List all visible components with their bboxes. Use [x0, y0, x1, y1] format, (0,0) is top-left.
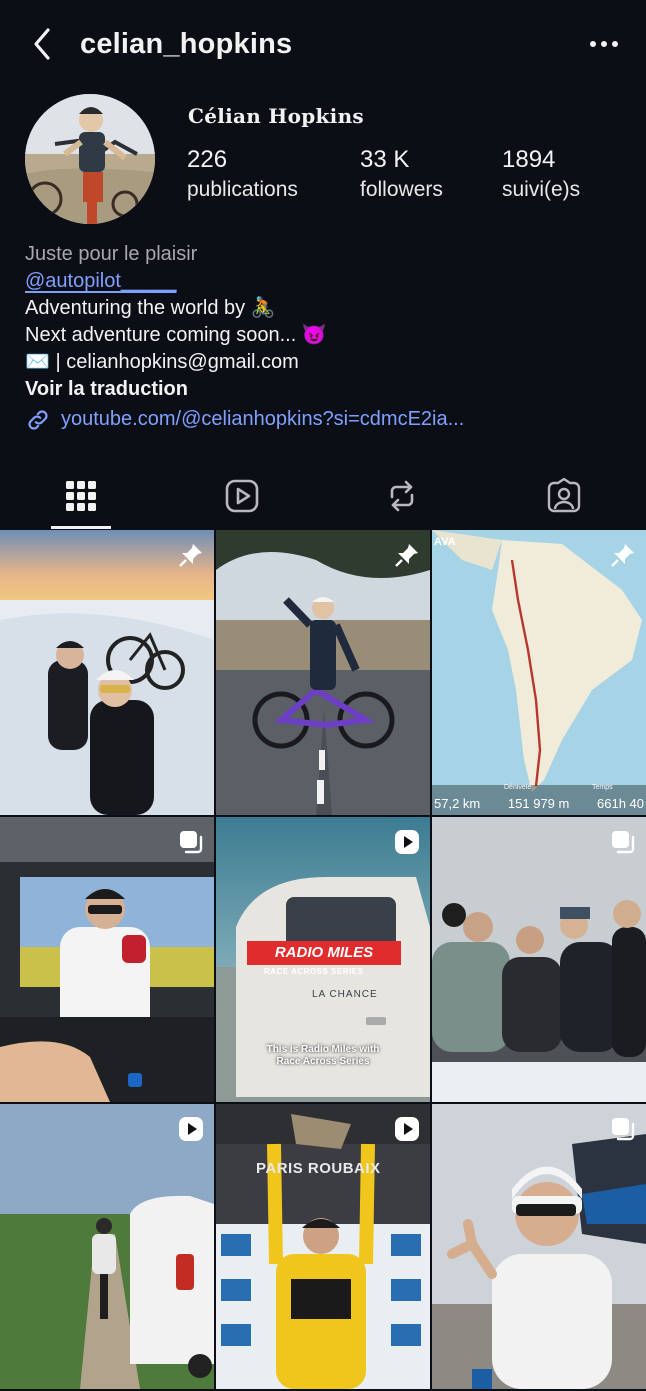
- bio-line-1: Adventuring the world by 🚴: [25, 297, 276, 319]
- bio-mention-link[interactable]: @autopilot_____: [25, 270, 177, 292]
- stat-publications[interactable]: 226 publications: [187, 146, 298, 202]
- profile-username: celian_hopkins: [80, 28, 293, 60]
- post-thumbnail[interactable]: [0, 1104, 214, 1389]
- profile-tabs: [0, 460, 646, 530]
- stat-followers-label: followers: [360, 178, 443, 201]
- bio-section: Juste pour le plaisir @autopilot_____ Ad…: [25, 241, 625, 433]
- stat-following[interactable]: 1894 suivi(e)s: [502, 146, 580, 202]
- stat-following-value: 1894: [502, 146, 556, 173]
- stat-followers-value: 33 K: [360, 146, 410, 173]
- reposts-icon: [390, 480, 414, 512]
- post-thumbnail[interactable]: AVA Dénivelé Temps 57,2 km 151 979 m 661…: [432, 530, 646, 815]
- pin-icon: [179, 544, 202, 567]
- link-icon: [28, 409, 48, 430]
- see-translation-button[interactable]: Voir la traduction: [25, 376, 625, 403]
- post-thumbnail[interactable]: [216, 530, 430, 815]
- map-time-label: Temps: [592, 784, 613, 791]
- display-name: Célian Hopkins: [188, 104, 364, 128]
- map-elevation: 151 979 m: [507, 796, 570, 811]
- bio-line-3: ✉️ | celianhopkins@gmail.com: [25, 351, 299, 373]
- post-thumbnail[interactable]: [0, 530, 214, 815]
- tab-grid[interactable]: [61, 476, 101, 516]
- reel-icon: [179, 1117, 203, 1141]
- bio-external-link[interactable]: youtube.com/@celianhopkins?si=cdmcE2ia..…: [25, 406, 625, 433]
- grid-icon: [66, 481, 96, 511]
- bio-category: Juste pour le plaisir: [25, 243, 198, 265]
- bio-line-2: Next adventure coming soon... 😈: [25, 324, 327, 346]
- tab-reposts[interactable]: [382, 476, 422, 516]
- stat-publications-value: 226: [187, 146, 228, 173]
- post-caption-line-2: Race Across Series: [276, 1056, 370, 1067]
- post-thumbnail[interactable]: PARIS ROUBAIX: [216, 1104, 430, 1389]
- map-elevation-label: Dénivelé: [504, 784, 532, 791]
- tagged-icon: [547, 478, 581, 513]
- tab-tagged[interactable]: [544, 476, 584, 516]
- post-thumbnail[interactable]: RADIO MILES RACE ACROSS SERIES LA CHANCE…: [216, 817, 430, 1102]
- post-thumbnail[interactable]: [432, 1104, 646, 1389]
- post-caption-line-1: This is Radio Miles with: [266, 1044, 380, 1055]
- carousel-icon: [612, 831, 635, 854]
- post-door-text: LA CHANCE: [312, 989, 378, 1000]
- map-time: 661h 40: [597, 796, 644, 811]
- pin-icon: [611, 544, 634, 567]
- stat-publications-label: publications: [187, 178, 298, 201]
- tab-reels[interactable]: [222, 476, 262, 516]
- post-thumbnail[interactable]: [0, 817, 214, 1102]
- active-tab-indicator: [51, 526, 111, 529]
- top-bar: celian_hopkins: [0, 0, 646, 90]
- post-banner-text: PARIS ROUBAIX: [256, 1160, 381, 1177]
- profile-avatar[interactable]: [25, 94, 155, 224]
- post-thumbnail[interactable]: [432, 817, 646, 1102]
- stat-followers[interactable]: 33 K followers: [360, 146, 443, 202]
- carousel-icon: [612, 1118, 635, 1141]
- pin-icon: [395, 544, 418, 567]
- map-brand-label: AVA: [434, 536, 456, 548]
- map-distance: 57,2 km: [434, 796, 481, 811]
- map-stats: 57,2 km 151 979 m 661h 40: [432, 796, 646, 811]
- stat-following-label: suivi(e)s: [502, 178, 581, 201]
- carousel-icon: [180, 831, 203, 854]
- reel-icon: [395, 1117, 419, 1141]
- bio-link-text: youtube.com/@celianhopkins?si=cdmcE2ia..…: [61, 408, 465, 430]
- post-subtitle: RACE ACROSS SERIES: [264, 967, 364, 976]
- chevron-left-icon[interactable]: [28, 26, 58, 62]
- reels-icon: [225, 479, 259, 513]
- more-horizontal-icon[interactable]: [588, 34, 620, 54]
- reel-icon: [395, 830, 419, 854]
- post-title-banner: RADIO MILES: [247, 941, 401, 965]
